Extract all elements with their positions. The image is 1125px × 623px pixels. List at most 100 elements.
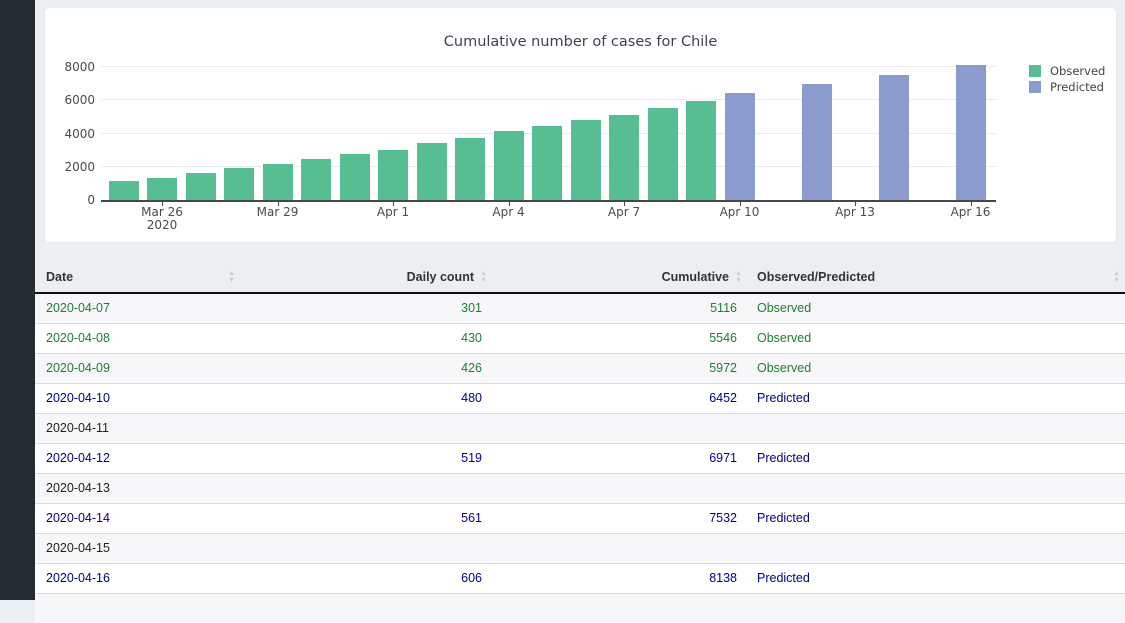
date-cell: 2020-04-08 — [35, 322, 240, 353]
status-cell: Observed — [745, 352, 1125, 383]
date-cell: 2020-04-11 — [35, 412, 240, 443]
table-row[interactable]: 2020-04-07 301 5116 Observed — [35, 292, 1125, 323]
y-tick-label: 0 — [87, 193, 95, 207]
bar-predicted — [878, 74, 909, 200]
bar-observed — [224, 168, 254, 200]
nav-sidebar-collapsed — [0, 0, 35, 600]
chart-title: Cumulative number of cases for Chile — [443, 34, 718, 50]
observed-swatch-icon — [1029, 65, 1041, 77]
status-cell — [745, 532, 1125, 563]
daily-count-cell — [240, 412, 490, 443]
cumulative-cell: 5116 — [490, 292, 745, 323]
bar-observed — [647, 107, 678, 200]
legend-label: Observed — [1050, 64, 1106, 78]
column-header-daily-count[interactable]: Daily count ▲ ▼ — [240, 261, 490, 294]
table-row[interactable]: 2020-04-10 480 6452 Predicted — [35, 382, 1125, 413]
daily-count-cell: 606 — [240, 562, 490, 593]
status-cell: Predicted — [745, 502, 1125, 533]
daily-count-cell — [240, 532, 490, 563]
status-cell — [745, 472, 1125, 503]
daily-count-cell: 480 — [240, 382, 490, 413]
status-cell: Observed — [745, 292, 1125, 323]
column-header-status[interactable]: Observed/Predicted ▲ ▼ — [745, 261, 1125, 294]
plot-area — [101, 59, 996, 202]
column-header-label: Daily count — [406, 269, 474, 284]
bar-observed — [147, 178, 177, 200]
chart-card: Cumulative number of cases for Chile Obs… — [44, 7, 1117, 243]
column-header-label: Cumulative — [661, 269, 729, 284]
table-row[interactable]: 2020-04-11 — [35, 412, 1125, 443]
table-row-partial — [35, 592, 1125, 623]
y-tick-label: 4000 — [64, 126, 95, 141]
table-row[interactable]: 2020-04-14 561 7532 Predicted — [35, 502, 1125, 533]
status-cell: Predicted — [745, 442, 1125, 473]
table-row[interactable]: 2020-04-15 — [35, 532, 1125, 563]
table-row[interactable]: 2020-04-12 519 6971 Predicted — [35, 442, 1125, 473]
cumulative-cell: 5546 — [490, 322, 745, 353]
date-cell: 2020-04-16 — [35, 562, 240, 593]
x-tick-label: Apr 10 — [719, 205, 760, 219]
gridline — [101, 99, 996, 101]
status-cell: Predicted — [745, 382, 1125, 413]
legend-label: Predicted — [1050, 80, 1104, 94]
bar-observed — [339, 154, 370, 200]
predicted-swatch-icon — [1029, 81, 1041, 93]
x-tick-label: Apr 4 — [492, 205, 525, 219]
date-cell: 2020-04-07 — [35, 292, 240, 323]
column-header-label: Date — [46, 269, 74, 284]
y-tick-label: 2000 — [64, 159, 95, 174]
daily-count-cell: 430 — [240, 322, 490, 353]
bar-observed — [416, 143, 447, 200]
bar-observed — [262, 164, 293, 200]
bar-observed — [108, 181, 139, 200]
sort-icon[interactable]: ▲ ▼ — [480, 270, 487, 284]
column-header-label: Observed/Predicted — [757, 269, 876, 284]
table-row[interactable]: 2020-04-09 426 5972 Observed — [35, 352, 1125, 383]
x-tick-label: Mar 26 2020 — [141, 205, 183, 232]
daily-count-cell: 561 — [240, 502, 490, 533]
cumulative-cell — [490, 412, 745, 443]
bar-observed — [378, 149, 408, 200]
bar-observed — [185, 173, 216, 200]
x-tick-label: Apr 1 — [376, 205, 410, 219]
date-cell: 2020-04-09 — [35, 352, 240, 383]
x-tick-label: Apr 13 — [835, 205, 875, 219]
status-cell — [745, 412, 1125, 443]
data-table: Date ▲ ▼ Daily count ▲ ▼ Cumulative ▲ ▼ Observed/… — [35, 261, 1125, 623]
column-header-date[interactable]: Date ▲ ▼ — [35, 261, 240, 294]
cumulative-cell — [490, 472, 745, 503]
table-row[interactable]: 2020-04-16 606 8138 Predicted — [35, 562, 1125, 593]
cumulative-cell: 5972 — [490, 352, 745, 383]
daily-count-cell: 426 — [240, 352, 490, 383]
bar-observed — [609, 114, 639, 200]
date-cell: 2020-04-10 — [35, 382, 240, 413]
chart-legend: Observed Predicted — [1029, 63, 1105, 95]
gridline — [101, 66, 996, 67]
date-cell: 2020-04-13 — [35, 472, 240, 503]
bar-observed — [570, 119, 601, 200]
date-cell: 2020-04-14 — [35, 502, 240, 533]
date-cell: 2020-04-12 — [35, 442, 240, 473]
daily-count-cell — [240, 472, 490, 503]
sort-icon[interactable]: ▲ ▼ — [735, 270, 742, 284]
bar-observed — [455, 137, 485, 200]
bar-observed — [532, 125, 562, 200]
sort-icon[interactable]: ▲ ▼ — [1113, 270, 1120, 284]
cumulative-cell — [490, 532, 745, 563]
column-header-cumulative[interactable]: Cumulative ▲ ▼ — [490, 261, 745, 294]
legend-item-observed[interactable]: Observed — [1029, 63, 1105, 79]
x-tick-label: Apr 7 — [607, 205, 641, 219]
cumulative-cell: 6452 — [490, 382, 745, 413]
legend-item-predicted[interactable]: Predicted — [1029, 79, 1105, 95]
daily-count-cell: 519 — [240, 442, 490, 473]
date-cell: 2020-04-15 — [35, 532, 240, 563]
cumulative-cell: 6971 — [490, 442, 745, 473]
cumulative-cell: 7532 — [490, 502, 745, 533]
bar-observed — [686, 100, 716, 200]
x-tick-label: Apr 16 — [950, 205, 991, 219]
bar-predicted — [801, 84, 832, 200]
sort-icon[interactable]: ▲ ▼ — [228, 270, 235, 284]
x-tick-label: Mar 29 — [256, 205, 299, 219]
table-row[interactable]: 2020-04-08 430 5546 Observed — [35, 322, 1125, 353]
table-row[interactable]: 2020-04-13 — [35, 472, 1125, 503]
